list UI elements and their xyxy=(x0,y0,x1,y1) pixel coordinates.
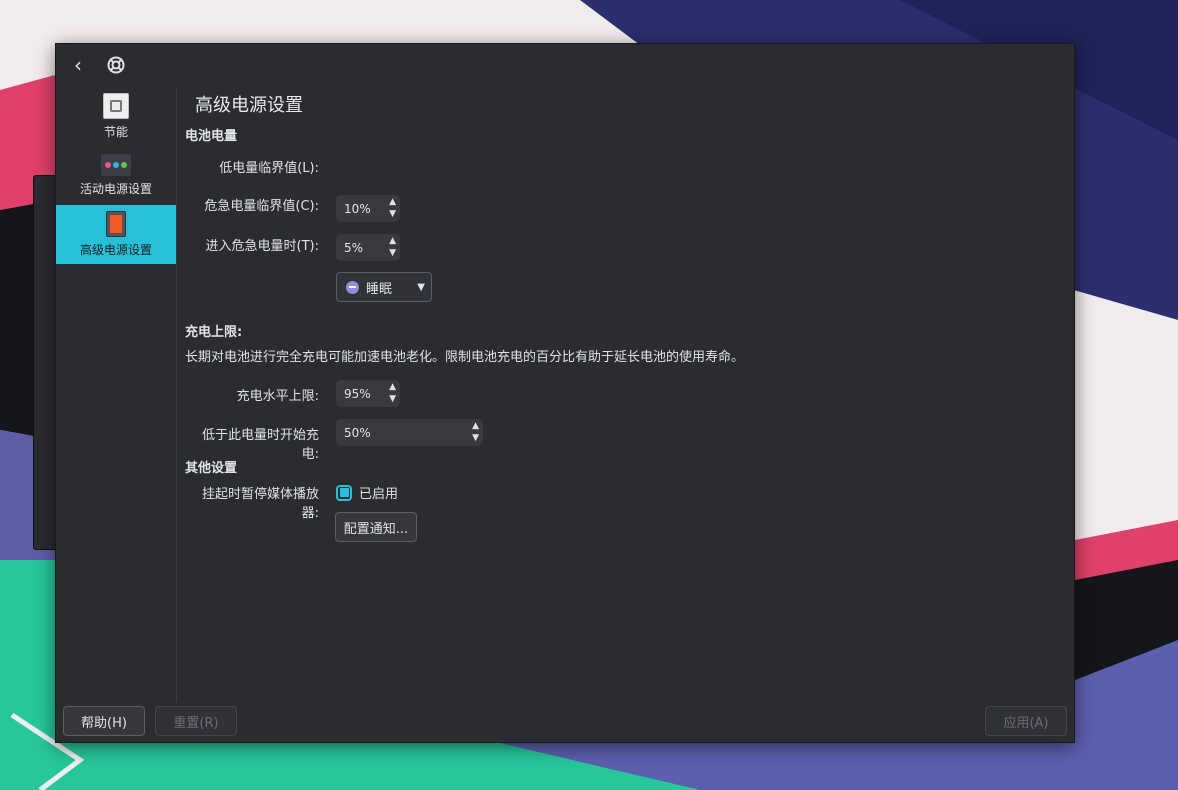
pause-media-label: 挂起时暂停媒体播放器: xyxy=(201,487,319,521)
increment-icon[interactable]: ▲ xyxy=(389,237,396,246)
critical-action-dropdown[interactable]: 睡眠 ▼ xyxy=(336,272,432,302)
sleep-icon xyxy=(346,280,359,294)
pause-media-checkbox[interactable]: 已启用 xyxy=(336,483,398,502)
sidebar-item-energy-saving[interactable]: 节能 xyxy=(56,87,176,146)
decrement-icon[interactable]: ▼ xyxy=(389,210,396,219)
battery-heading: 电池电量 xyxy=(185,129,238,144)
charge-limit-value: 95% xyxy=(344,386,371,401)
charge-limit-label: 充电水平上限: xyxy=(236,389,319,404)
power-switch-icon xyxy=(106,211,126,237)
sidebar-item-label: 高级电源设置 xyxy=(79,243,152,257)
sidebar-item-label: 活动电源设置 xyxy=(79,182,152,196)
increment-icon[interactable]: ▲ xyxy=(389,198,396,207)
sidebar-item-advanced-power[interactable]: 高级电源设置 xyxy=(56,205,176,264)
charge-start-spinbox[interactable]: 50% ▲ ▼ xyxy=(336,419,483,446)
low-level-spinbox[interactable]: 10% ▲ ▼ xyxy=(336,195,400,222)
low-level-value: 10% xyxy=(344,201,371,216)
critical-level-spinbox[interactable]: 5% ▲ ▼ xyxy=(336,234,400,261)
charge-limit-heading: 充电上限: xyxy=(185,325,243,340)
charge-limit-spinbox[interactable]: 95% ▲ ▼ xyxy=(336,380,400,407)
sidebar-item-activity-power[interactable]: 活动电源设置 xyxy=(56,146,176,205)
increment-icon[interactable]: ▲ xyxy=(472,422,479,431)
configure-notifications-button[interactable]: 配置通知... xyxy=(335,512,417,542)
sidebar: 节能 活动电源设置 高级电源设置 xyxy=(56,87,177,702)
decrement-icon[interactable]: ▼ xyxy=(472,434,479,443)
critical-level-value: 5% xyxy=(344,240,364,255)
decrement-icon[interactable]: ▼ xyxy=(389,395,396,404)
sidebar-item-label: 节能 xyxy=(103,125,128,139)
power-outlet-icon xyxy=(103,93,129,119)
help-button[interactable]: 帮助(H) xyxy=(63,706,145,736)
back-icon[interactable]: ‹ xyxy=(66,53,90,77)
critical-action-label: 进入危急电量时(T): xyxy=(205,239,319,254)
critical-level-label: 危急电量临界值(C): xyxy=(204,199,319,214)
reset-button[interactable]: 重置(R) xyxy=(155,706,237,736)
help-lifebuoy-icon[interactable] xyxy=(104,53,128,77)
increment-icon[interactable]: ▲ xyxy=(389,383,396,392)
apply-button[interactable]: 应用(A) xyxy=(985,706,1067,736)
low-level-label: 低电量临界值(L): xyxy=(219,161,319,176)
checkbox-checked-icon xyxy=(336,484,352,501)
page-title: 高级电源设置 xyxy=(195,95,303,116)
critical-action-value: 睡眠 xyxy=(366,281,393,297)
decrement-icon[interactable]: ▼ xyxy=(389,249,396,258)
pause-media-value: 已启用 xyxy=(359,487,399,502)
charge-limit-description: 长期对电池进行完全充电可能加速电池老化。限制电池充电的百分比有助于延长电池的使用… xyxy=(185,350,745,365)
chevron-down-icon: ▼ xyxy=(417,281,425,293)
charge-start-value: 50% xyxy=(344,425,371,440)
other-settings-heading: 其他设置 xyxy=(185,461,238,476)
power-settings-window: ‹ 节能 活动电源设置 高级电源设置 高级电源设置 电池电量 低电量临界值(L)… xyxy=(55,43,1075,743)
activities-icon xyxy=(101,154,131,176)
